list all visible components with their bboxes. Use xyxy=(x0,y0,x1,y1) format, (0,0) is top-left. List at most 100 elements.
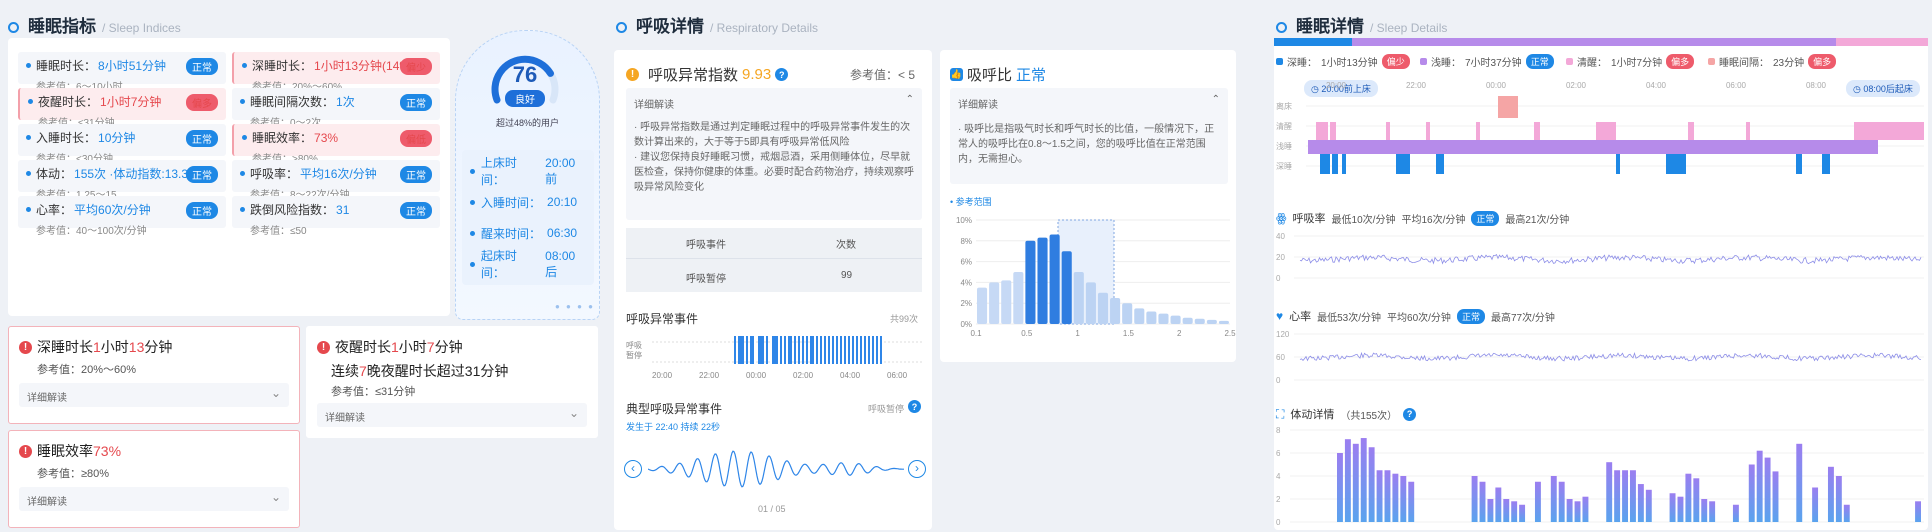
movement-bar xyxy=(1812,487,1819,522)
ahi-header: ! 呼吸异常指数 9.93 ? xyxy=(626,64,789,85)
y-tick-label: 清醒 xyxy=(1276,121,1292,131)
status-badge: 正常 xyxy=(400,202,432,219)
index-cell: 呼吸率：平均16次/分钟 参考值：8～22次/分钟 正常 xyxy=(232,160,440,201)
title-sub: / Respiratory Details xyxy=(710,21,819,35)
histogram-bar xyxy=(989,282,1000,324)
dropdown-label: 详细解读 xyxy=(634,100,674,111)
help-icon[interactable]: ? xyxy=(1403,407,1417,421)
movement-bar xyxy=(1606,462,1613,522)
title-sub: / Sleep Indices xyxy=(102,21,181,35)
section-ring-icon xyxy=(616,22,627,33)
warn-unit: 分钟 xyxy=(434,339,463,355)
x-tick-label: 22:00 xyxy=(699,371,720,380)
hr-min: 最低53次/分钟 xyxy=(1317,312,1382,324)
lungs-icon: ꙮ xyxy=(1276,211,1287,225)
y-tick-label: 0 xyxy=(1276,376,1281,385)
legend-value: 1小时7分钟 xyxy=(1611,58,1663,69)
index-name: 体动： xyxy=(36,167,73,181)
event-mark xyxy=(752,336,754,364)
movement-bar xyxy=(1376,470,1383,522)
help-icon[interactable]: ? xyxy=(775,68,789,81)
event-mark xyxy=(750,336,752,364)
detail-dropdown[interactable]: 详细解读 ⌄ xyxy=(19,487,289,511)
deep-sleep-segment xyxy=(1666,154,1686,174)
index-name: 睡眠间隔次数： xyxy=(250,95,335,109)
legend-badge: 正常 xyxy=(1525,54,1554,69)
event-mark xyxy=(856,336,858,364)
index-ref: 参考值：40～100次/分钟 xyxy=(36,226,147,237)
x-tick-label: 2 xyxy=(1177,329,1182,338)
movement-bar xyxy=(1764,457,1771,522)
movement-header: ⛶ 体动详情 （共155次） ? xyxy=(1276,406,1417,422)
y-label: 暂停 xyxy=(626,350,642,360)
x-tick-label: 20:00 xyxy=(1326,81,1347,90)
y-tick-label: 0% xyxy=(960,320,972,329)
histogram-bar xyxy=(1001,280,1012,324)
ahi-detail-box: 详细解读 ⌃ · 呼吸异常指数是通过判定睡眠过程中的呼吸异常事件发生的次数计算出来… xyxy=(626,88,922,220)
movement-bar xyxy=(1360,438,1367,522)
histogram-bar xyxy=(1110,298,1121,324)
movement-bar xyxy=(1835,476,1842,522)
y-tick-label: 60 xyxy=(1276,353,1285,362)
deep-sleep-segment xyxy=(1822,154,1830,174)
pager-dots[interactable]: ● ● ● ● xyxy=(555,302,595,311)
y-tick-label: 2% xyxy=(960,299,972,308)
event-mark xyxy=(760,336,762,364)
histogram-bar xyxy=(1025,240,1036,324)
index-value: 10分钟 xyxy=(98,131,136,145)
events-chart: 呼吸暂停 20:00 22:00 00:00 02:00 04:00 06:00 xyxy=(626,336,922,380)
dot-icon xyxy=(28,99,33,104)
next-button[interactable]: › xyxy=(908,460,926,478)
help-icon[interactable]: ? xyxy=(908,400,921,413)
x-tick-label: 1.5 xyxy=(1123,329,1135,338)
times-list: 上床时间： 20:00前 入睡时间： 20:10 醒来时间： 06:30 起床时间： 0… xyxy=(462,150,594,285)
histogram-bar xyxy=(1073,272,1084,324)
ratio-label: 吸呼比 xyxy=(967,67,1013,84)
dot-icon xyxy=(470,261,475,267)
prev-button[interactable]: ‹ xyxy=(624,460,642,478)
event-mark xyxy=(766,336,768,364)
index-name: 睡眠效率： xyxy=(252,131,313,145)
movement-bar xyxy=(1550,476,1557,522)
index-cell: 体动：155次 ·体动指数:13.34 参考值：1.25～15 正常 xyxy=(18,160,226,201)
movement-bar xyxy=(1843,504,1850,522)
detail-dropdown[interactable]: 详细解读 ⌄ xyxy=(19,383,289,407)
legend-item: 清醒： 1小时7分钟 偏多 xyxy=(1566,54,1695,69)
legend-name: 浅睡： xyxy=(1431,58,1461,69)
index-value: 8小时51分钟 xyxy=(98,59,167,73)
legend-item: 浅睡： 7小时37分钟 正常 xyxy=(1420,54,1554,69)
event-mark xyxy=(774,336,776,364)
ratio-dd[interactable]: 详细解读 ⌃ xyxy=(958,94,1220,111)
legend-name: 清醒： xyxy=(1577,58,1607,69)
dot-icon xyxy=(470,230,475,236)
score-note: 超过48%的用户 xyxy=(495,118,559,128)
event-mark xyxy=(880,336,882,364)
ahi-dd[interactable]: 详细解读 ⌃ xyxy=(634,94,914,111)
time-label: 起床时间： xyxy=(480,249,517,280)
alert-icon: ! xyxy=(19,444,32,458)
warn-num: 7 xyxy=(426,339,435,355)
chevron-down-icon: ⌄ xyxy=(568,406,579,420)
index-name: 夜醒时长： xyxy=(38,95,99,109)
histogram-bar xyxy=(1194,318,1205,324)
warn-title: 夜醒时长 xyxy=(335,339,391,355)
heart-rate-header: ♥ 心率 最低53次/分钟 平均60次/分钟 正常 最高77次/分钟 xyxy=(1276,308,1555,324)
night-wake-warning: ! 夜醒时长 1 小时 7 分钟 连续7晚夜醒时长超过31分钟 参考值：≤31分钟 详细… xyxy=(306,326,598,438)
event-table: 呼吸事件 次数 呼吸暂停 99 xyxy=(626,228,922,292)
index-value: 平均60次/分钟 xyxy=(74,203,151,217)
movement-bar xyxy=(1582,496,1589,522)
detail-dropdown[interactable]: 详细解读 ⌄ xyxy=(317,403,587,427)
legend-badge: 偏多 xyxy=(1666,54,1695,69)
histogram-bar xyxy=(1085,282,1096,324)
movement-bar xyxy=(1566,499,1573,522)
x-tick-label: 02:00 xyxy=(793,371,814,380)
event-mark xyxy=(848,336,850,364)
time-value: 08:00后 xyxy=(545,248,576,279)
ahi-text: · 呼吸异常指数是通过判定睡眠过程中的呼吸异常事件发生的次数计算出来的，大于等于… xyxy=(634,122,914,193)
warn-line2-a: 连续 xyxy=(331,363,359,379)
dot-icon xyxy=(26,207,31,212)
movement-bar xyxy=(1511,501,1518,522)
legend-badge: 偏少 xyxy=(1381,54,1410,69)
warn-line2-c: 晚夜醒时长超过31分钟 xyxy=(366,363,509,379)
typical-title: 典型呼吸异常事件 xyxy=(626,402,723,416)
